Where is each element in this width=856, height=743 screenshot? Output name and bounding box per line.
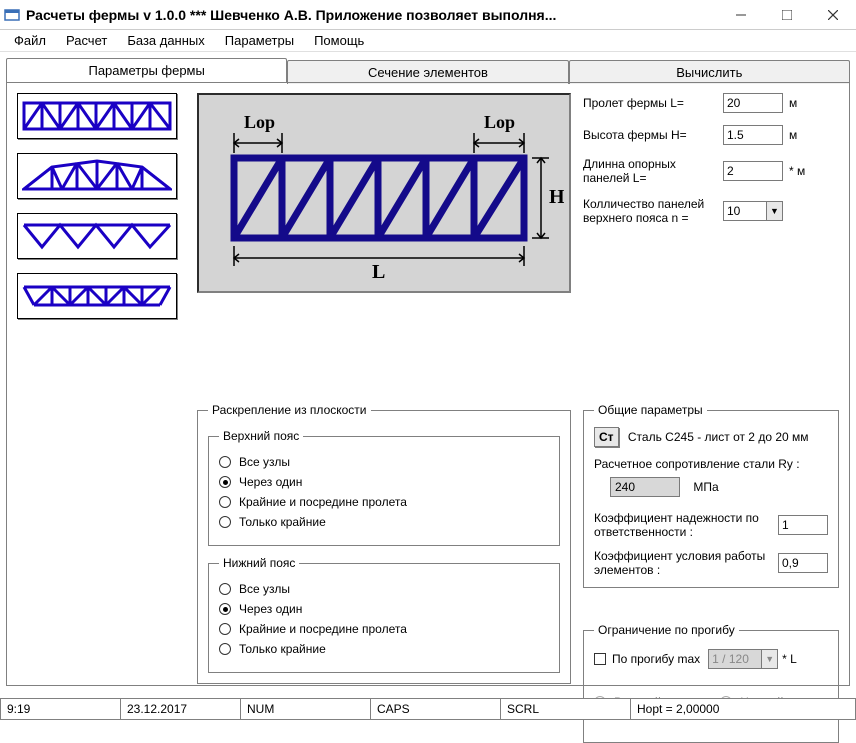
window-title: Расчеты фермы v 1.0.0 *** Шевченко А.В. …: [26, 7, 718, 23]
chevron-down-icon: ▼: [766, 202, 782, 220]
steel-description: Сталь С245 - лист от 2 до 20 мм: [628, 430, 809, 444]
titlebar: Расчеты фермы v 1.0.0 *** Шевченко А.В. …: [0, 0, 856, 30]
tab-compute[interactable]: Вычислить: [569, 60, 850, 84]
diagram-lop-right: Lop: [484, 112, 515, 132]
tab-params[interactable]: Параметры фермы: [6, 58, 287, 82]
menu-params[interactable]: Параметры: [215, 31, 304, 50]
support-length-unit: * м: [789, 164, 805, 178]
height-input[interactable]: [723, 125, 783, 145]
truss-diagram: Lop Lop H L: [197, 93, 571, 293]
span-label: Пролет фермы L=: [583, 96, 723, 110]
diagram-lop-left: Lop: [244, 112, 275, 132]
bottom-chord-group: Нижний пояс Все узлы Через один Крайние …: [208, 556, 560, 673]
bracing-group: Раскрепление из плоскости Верхний пояс В…: [197, 403, 571, 684]
tab-section[interactable]: Сечение элементов: [287, 60, 568, 84]
top-chord-legend: Верхний пояс: [219, 429, 303, 443]
status-time: 9:19: [0, 698, 120, 720]
close-button[interactable]: [810, 0, 856, 30]
menu-file[interactable]: Файл: [4, 31, 56, 50]
span-input[interactable]: [723, 93, 783, 113]
diagram-H: H: [549, 186, 564, 208]
common-legend: Общие параметры: [594, 403, 707, 417]
deflection-suffix: * L: [782, 652, 797, 666]
support-length-input[interactable]: [723, 161, 783, 181]
tab-content: Lop Lop H L: [6, 82, 850, 686]
top-opt-all[interactable]: Все узлы: [219, 455, 549, 469]
height-unit: м: [789, 128, 797, 142]
deflection-checkbox[interactable]: [594, 653, 606, 665]
ry-unit: МПа: [693, 480, 718, 494]
menubar: Файл Расчет База данных Параметры Помощь: [0, 30, 856, 52]
status-date: 23.12.2017: [120, 698, 240, 720]
status-caps: CAPS: [370, 698, 500, 720]
panel-count-value: 10: [724, 204, 766, 218]
bot-opt-edge-mid[interactable]: Крайние и посредине пролета: [219, 622, 549, 636]
height-label: Высота фермы H=: [583, 128, 723, 142]
diagram-L: L: [372, 261, 385, 283]
ry-value: 240: [610, 477, 680, 497]
bot-opt-edge-only[interactable]: Только крайние: [219, 642, 549, 656]
chevron-down-icon: ▼: [761, 650, 777, 668]
common-params-group: Общие параметры Ст Сталь С245 - лист от …: [583, 403, 839, 588]
tabs: Параметры фермы Сечение элементов Вычисл…: [6, 58, 850, 82]
deflection-label: По прогибу max: [612, 652, 700, 666]
truss-type-2[interactable]: [17, 153, 177, 199]
deflection-ratio-value: 1 / 120: [709, 652, 761, 666]
status-num: NUM: [240, 698, 370, 720]
bot-opt-alt[interactable]: Через один: [219, 602, 549, 616]
responsibility-label: Коэффициент надежности по ответственност…: [594, 511, 778, 539]
truss-type-3[interactable]: [17, 213, 177, 259]
top-opt-edge-mid[interactable]: Крайние и посредине пролета: [219, 495, 549, 509]
statusbar: 9:19 23.12.2017 NUM CAPS SCRL Hopt = 2,0…: [0, 698, 856, 720]
ry-label: Расчетное сопротивление стали Ry :: [594, 457, 828, 471]
work-coef-label: Коэффициент условия работы элементов :: [594, 549, 778, 577]
maximize-button[interactable]: [764, 0, 810, 30]
support-length-label: Длинна опорных панелей L=: [583, 157, 723, 185]
top-opt-edge-only[interactable]: Только крайние: [219, 515, 549, 529]
minimize-button[interactable]: [718, 0, 764, 30]
responsibility-input[interactable]: [778, 515, 828, 535]
panel-count-dropdown[interactable]: 10 ▼: [723, 201, 783, 221]
menu-calc[interactable]: Расчет: [56, 31, 117, 50]
truss-type-4[interactable]: [17, 273, 177, 319]
menu-help[interactable]: Помощь: [304, 31, 374, 50]
bot-opt-all[interactable]: Все узлы: [219, 582, 549, 596]
truss-type-1[interactable]: [17, 93, 177, 139]
top-chord-group: Верхний пояс Все узлы Через один Крайние…: [208, 429, 560, 546]
top-opt-alt[interactable]: Через один: [219, 475, 549, 489]
deflection-group: Ограничение по прогибу По прогибу max 1 …: [583, 623, 839, 743]
geometry-params: Пролет фермы L= м Высота фермы H= м Длин…: [583, 93, 839, 237]
panel-count-label: Колличество панелей верхнего пояса n =: [583, 197, 723, 225]
bracing-legend: Раскрепление из плоскости: [208, 403, 371, 417]
deflection-ratio-dropdown: 1 / 120 ▼: [708, 649, 778, 669]
status-scrl: SCRL: [500, 698, 630, 720]
span-unit: м: [789, 96, 797, 110]
app-icon: [4, 7, 20, 23]
bottom-chord-legend: Нижний пояс: [219, 556, 299, 570]
truss-type-thumbnails: [17, 93, 185, 333]
work-coef-input[interactable]: [778, 553, 828, 573]
status-hopt: Hopt = 2,00000: [630, 698, 856, 720]
deflection-legend: Ограничение по прогибу: [594, 623, 739, 637]
steel-button[interactable]: Ст: [594, 427, 619, 447]
menu-db[interactable]: База данных: [117, 31, 214, 50]
